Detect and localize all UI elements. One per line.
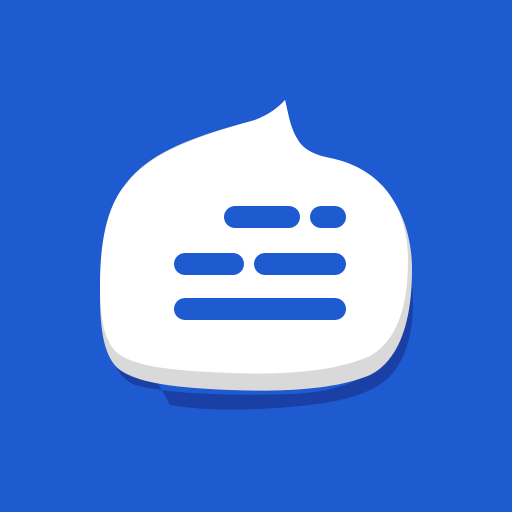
text-line-2b (254, 253, 346, 275)
text-line-1b (310, 206, 346, 228)
text-line-2a (174, 253, 244, 275)
chat-bubble-text-lines-icon (0, 0, 512, 512)
text-line-3 (174, 298, 346, 320)
app-icon (0, 0, 512, 512)
text-line-1a (224, 206, 300, 228)
